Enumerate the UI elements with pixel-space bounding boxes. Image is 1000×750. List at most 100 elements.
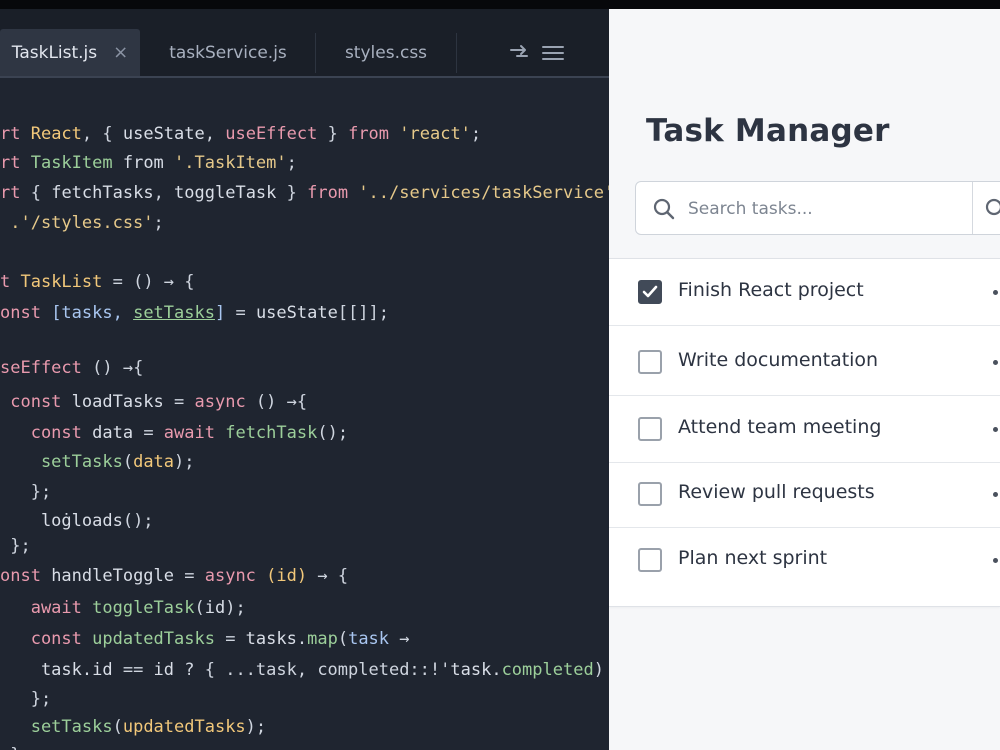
code-token: TaskItem <box>30 153 123 173</box>
code-token: useState <box>255 303 338 323</box>
list-item[interactable]: Review pull requests <box>609 461 1000 528</box>
code-line: }; <box>0 687 51 711</box>
code-area[interactable]: rt React, { useState, useEffect } from '… <box>0 9 609 750</box>
code-token: } <box>317 124 349 144</box>
code-token: React <box>30 124 82 144</box>
code-token: [tasks, <box>51 303 134 323</box>
code-token: const <box>0 629 93 649</box>
code-token: ); <box>245 717 267 737</box>
code-token: completed <box>501 660 594 680</box>
code-token: onst <box>0 566 52 586</box>
list-item[interactable]: Attend team meeting <box>609 396 1000 463</box>
more-dots-icon[interactable] <box>993 290 998 295</box>
task-label: Finish React project <box>678 279 864 301</box>
code-token: ] <box>214 303 226 323</box>
code-token: }; <box>0 482 52 502</box>
code-token: tasks <box>245 629 297 649</box>
code-line: .'/styles.css'; <box>0 211 164 235</box>
code-token: ( <box>337 629 349 649</box>
more-dots-icon[interactable] <box>993 558 998 563</box>
code-token: [[]]; <box>337 303 390 323</box>
code-token: updatedTasks <box>122 717 246 737</box>
task-label: Write documentation <box>678 349 879 371</box>
code-token: useEffect <box>225 124 318 144</box>
code-line: }; <box>0 480 51 504</box>
code-token: }; <box>0 745 30 750</box>
code-token: (); <box>317 423 349 443</box>
task-manager-app: Task Manager Finish React project <box>609 9 1000 750</box>
code-token: = <box>174 392 195 412</box>
code-token: . <box>296 629 308 649</box>
list-item[interactable]: Write documentation <box>609 329 1000 396</box>
code-line: const loadTasks = async () →{ <box>0 390 307 414</box>
code-line: onst [tasks, setTasks] = useState[[]]; <box>0 301 389 325</box>
search-divider <box>972 182 973 234</box>
code-token: id <box>204 598 226 618</box>
code-token: rt <box>0 153 31 173</box>
code-token: ; <box>153 213 164 233</box>
code-token: toggleTask <box>92 598 195 618</box>
code-token: from <box>122 153 175 173</box>
code-token: '../services/taskService' <box>358 183 609 203</box>
code-token: setTasks <box>0 452 123 472</box>
task-checkbox[interactable] <box>638 548 662 572</box>
code-token: } <box>276 183 308 203</box>
task-checkbox[interactable] <box>638 350 662 374</box>
code-line: seEffect () →{ <box>0 356 143 380</box>
code-token: data <box>92 423 144 443</box>
code-token: (id) <box>266 566 308 586</box>
task-label: Review pull requests <box>678 481 875 503</box>
code-line: onst handleToggle = async (id) → { <box>0 564 348 588</box>
code-token: loadTasks <box>71 392 175 412</box>
code-token: from <box>348 124 400 144</box>
code-token: await <box>163 423 226 443</box>
code-token: }; <box>0 536 31 556</box>
more-dots-icon[interactable] <box>993 360 998 365</box>
task-checkbox[interactable] <box>638 280 662 304</box>
code-token: async <box>204 566 267 586</box>
more-dots-icon[interactable] <box>993 492 998 497</box>
task-list: Finish React project Write documentation… <box>609 258 1000 607</box>
code-token: , <box>153 183 175 203</box>
search-input[interactable] <box>686 192 970 226</box>
checkmark-icon <box>642 285 658 298</box>
code-line: task.id == id ? { ...task, completed::!'… <box>0 658 609 682</box>
list-item[interactable]: Finish React project <box>609 259 1000 326</box>
code-token: ( <box>122 452 134 472</box>
code-token: }; <box>0 689 52 709</box>
code-token: 'react' <box>399 124 471 144</box>
search-icon <box>652 197 676 225</box>
code-token: setTasks <box>133 303 215 323</box>
code-token: = () → { <box>102 272 195 292</box>
code-token: () →{ <box>255 392 308 412</box>
code-token: ; <box>470 124 482 144</box>
code-token: rt <box>0 124 31 144</box>
code-token: async <box>194 392 256 412</box>
code-token: setTasks <box>0 717 113 737</box>
code-token: rt <box>0 183 31 203</box>
code-token: (); <box>122 511 154 531</box>
code-token: t <box>0 272 21 292</box>
more-dots-icon[interactable] <box>993 427 998 432</box>
code-token: toggleTask <box>174 183 277 203</box>
code-token: task.id <box>0 660 123 680</box>
code-token: = <box>184 566 205 586</box>
list-item[interactable]: Plan next sprint <box>609 527 1000 594</box>
code-line: t TaskList = () → { <box>0 270 195 294</box>
search-icon[interactable] <box>982 197 1000 225</box>
code-token: data <box>133 452 175 472</box>
code-line: rt React, { useState, useEffect } from '… <box>0 122 481 146</box>
code-token: → { <box>307 566 349 586</box>
code-token: TaskList <box>20 272 103 292</box>
task-checkbox[interactable] <box>638 417 662 441</box>
code-token: ); <box>225 598 246 618</box>
code-token: handleToggle <box>51 566 185 586</box>
code-token: ); <box>174 452 195 472</box>
task-checkbox[interactable] <box>638 482 662 506</box>
code-line: const data = await fetchTask(); <box>0 421 348 445</box>
code-token: .'/styles.css' <box>0 213 154 233</box>
code-token: onst <box>0 303 52 323</box>
code-line: rt TaskItem from '.TaskItem'; <box>0 151 297 175</box>
code-token: , <box>204 124 226 144</box>
code-line: rt { fetchTasks, toggleTask } from '../s… <box>0 181 609 205</box>
